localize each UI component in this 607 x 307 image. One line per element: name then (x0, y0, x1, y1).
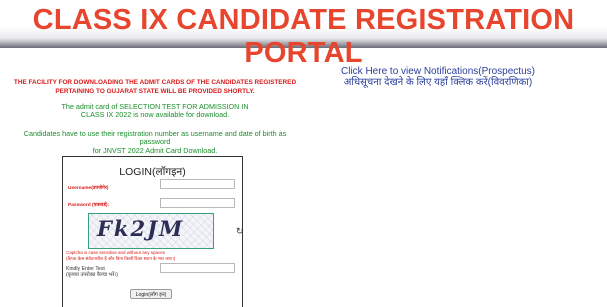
admit-card-notice: The admit card of SELECTION TEST FOR ADM… (0, 102, 310, 120)
captcha-input[interactable] (160, 263, 235, 273)
login-form: LOGIN(लॉगइन) Username(उपयोगेर) Password … (62, 156, 244, 307)
header-banner: CLASS IX CANDIDATE REGISTRATION PORTAL (0, 0, 607, 69)
refresh-icon[interactable]: ↻ (236, 226, 244, 237)
login-title: LOGIN(लॉगइन) (119, 166, 186, 178)
password-label: Password (पासवर्ड): (68, 203, 110, 208)
notifications-link-hindi[interactable]: अधिसूचना देखने के लिए यहाँ क्लिक करें(वि… (318, 77, 558, 89)
username-input[interactable] (160, 179, 235, 189)
login-button[interactable]: Login(लॉग इन) (130, 289, 172, 299)
admit-card-notice-line2: CLASS IX 2022 is now available for downl… (80, 110, 230, 120)
notifications-panel: Click Here to view Notifications(Prospec… (318, 66, 558, 89)
notice-panel: THE FACILITY FOR DOWNLOADING THE ADMIT C… (0, 78, 310, 155)
enter-text-label-hindi: (कृपया उपरोक्त कैप्चा भरें।) (66, 272, 119, 278)
captcha-text: Fk2JM (97, 216, 185, 241)
gujarat-notice: THE FACILITY FOR DOWNLOADING THE ADMIT C… (13, 79, 297, 95)
credentials-notice-line3: for JNVST 2022 Admit Card Download. (92, 145, 218, 155)
password-input[interactable] (160, 198, 235, 208)
captcha-image: Fk2JM (88, 213, 214, 249)
notifications-link[interactable]: Click Here to view Notifications(Prospec… (318, 66, 558, 77)
captcha-hint-hindi: (कैप्चा केस संवेदनशील है और बिना किसी रि… (66, 256, 176, 261)
page-title: CLASS IX CANDIDATE REGISTRATION PORTAL (32, 4, 575, 69)
credentials-notice: Candidates have to use their registratio… (0, 129, 310, 155)
username-label: Username(उपयोगेर) (68, 186, 109, 191)
